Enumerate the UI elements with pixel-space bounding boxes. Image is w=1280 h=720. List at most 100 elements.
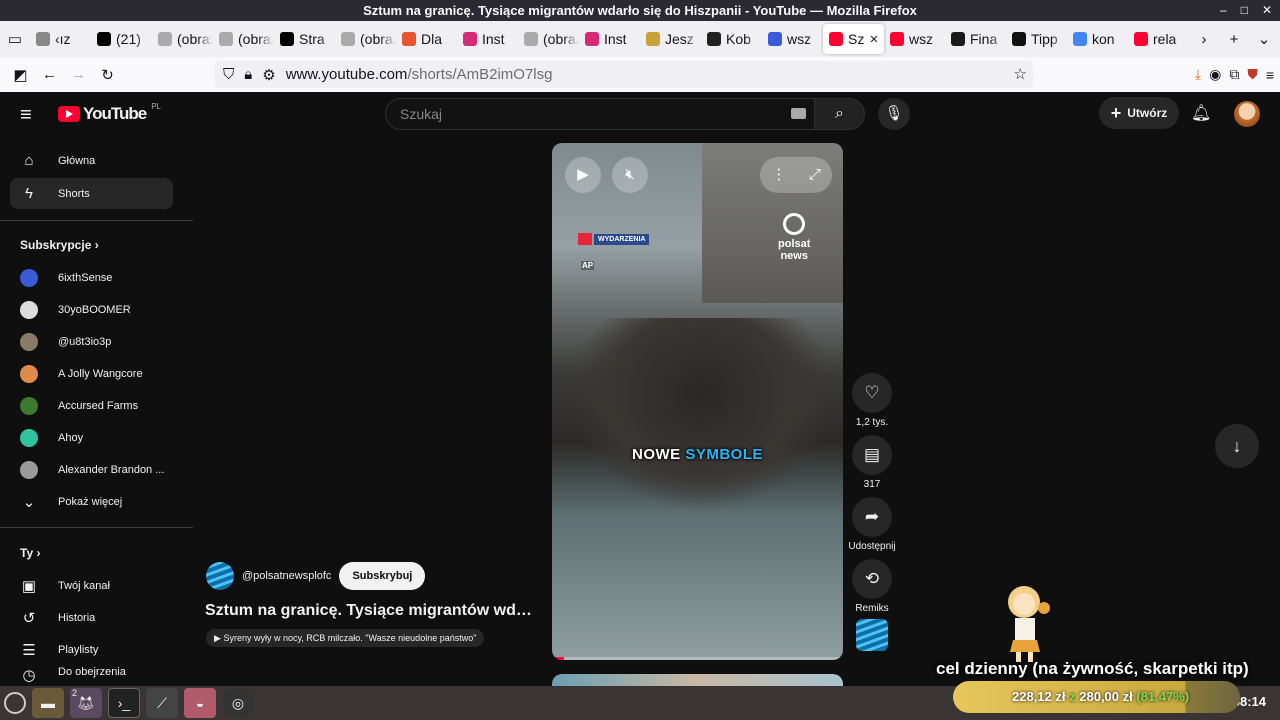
close-tab-icon[interactable]: ✕ (869, 33, 878, 46)
comments-button[interactable]: ▤ 317 (848, 435, 896, 490)
subscribe-button[interactable]: Subskrybuj (339, 562, 426, 590)
tab[interactable]: Inst (457, 24, 518, 54)
account-avatar[interactable] (1234, 101, 1260, 127)
permissions-icon[interactable]: ⚙ (262, 66, 275, 84)
short-title[interactable]: Sztum na granicę. Tysiące migrantów wdar… (205, 602, 535, 620)
tab[interactable]: (obraz (335, 24, 396, 54)
channel-avatar-icon (20, 332, 38, 351)
search-icon: ⌕ (835, 105, 844, 122)
tab-favicon-icon (585, 32, 599, 46)
tab[interactable]: Tipp (1006, 24, 1067, 54)
show-more-button[interactable]: ⌄ Pokaż więcej (10, 486, 173, 517)
channel-avatar[interactable] (206, 562, 234, 590)
url-bar[interactable]: ⛉ 🔒︎ ⚙ www.youtube.com/shorts/AmB2imO7ls… (215, 61, 1033, 88)
window-title: Sztum na granicę. Tysiące migrantów wdar… (363, 3, 917, 18)
tab[interactable]: Inst (579, 24, 640, 54)
tab-scroll-right-icon[interactable]: › (1189, 31, 1219, 48)
fullscreen-icon[interactable]: ⤢ (809, 157, 821, 193)
remix-button[interactable]: ⟲ Remiks (848, 559, 896, 614)
mute-button[interactable]: 🔇︎ (612, 157, 648, 193)
tab[interactable]: (obraz (518, 24, 579, 54)
sidebar-subscription-item[interactable]: Ahoy (10, 422, 173, 453)
tab[interactable]: Sz ✕ (823, 24, 884, 54)
forward-icon[interactable]: → (64, 66, 93, 83)
sidebar-item-watch-later[interactable]: ◷ Do obejrzenia (10, 666, 173, 686)
tab[interactable]: ‹ız (30, 24, 91, 54)
tab[interactable]: wsz (884, 24, 945, 54)
sidebar-subscription-item[interactable]: 30yoBOOMER (10, 294, 173, 325)
share-button[interactable]: ➦ Udostępnij (848, 497, 896, 552)
sidebar-item-history[interactable]: ↺ Historia (10, 602, 173, 633)
channel-avatar-button[interactable] (856, 619, 888, 651)
tab[interactable]: Dla (396, 24, 457, 54)
next-short-button[interactable]: ↓ (1215, 424, 1259, 468)
lock-icon[interactable]: 🔒︎ (244, 66, 252, 83)
shield-icon[interactable]: ⛉ (223, 66, 234, 83)
subscriptions-header[interactable]: Subskrypcje › (20, 238, 99, 252)
channel-name[interactable]: @polsatnewsplofc (242, 570, 331, 582)
sidebar-subscription-item[interactable]: Alexander Brandon ... (10, 454, 173, 485)
like-button[interactable]: ♡ 1,2 tys. (848, 373, 896, 428)
sidebar-item-home[interactable]: ⌂ Główna (10, 145, 173, 176)
search-input[interactable]: Szukaj (385, 98, 815, 130)
notifications-bell-icon[interactable]: 🔔︎ (1191, 103, 1211, 123)
sidebar-item-playlists[interactable]: ☰ Playlisty (10, 634, 173, 665)
obs-app-icon[interactable]: ◎ (222, 688, 254, 718)
terminal-app-icon[interactable]: ›_ (108, 688, 140, 718)
account-icon[interactable]: ◉ (1209, 66, 1221, 83)
back-icon[interactable]: ← (35, 66, 64, 83)
tab-favicon-icon (768, 32, 782, 46)
tab[interactable]: Kob (701, 24, 762, 54)
tab[interactable]: kon (1067, 24, 1128, 54)
maximize-icon[interactable]: □ (1241, 0, 1248, 21)
tab[interactable]: Stra (274, 24, 335, 54)
window-title-bar: Sztum na granicę. Tysiące migrantów wdar… (0, 0, 1280, 21)
extensions-icon[interactable]: ⧉ (1229, 66, 1239, 83)
shorts-icon: ϟ (25, 185, 33, 202)
more-options-icon[interactable]: ⋮ (771, 157, 786, 193)
sidebar-toggle-icon[interactable]: ◩ (6, 66, 35, 84)
hamburger-menu-icon[interactable]: ≡ (20, 104, 32, 127)
new-tab-icon[interactable]: + (1219, 31, 1249, 48)
sidebar-item-shorts[interactable]: ϟ Shorts (10, 178, 173, 209)
downloads-icon[interactable]: ⤓ (1195, 66, 1201, 83)
tab[interactable]: Jesz (640, 24, 701, 54)
start-menu-icon[interactable] (4, 692, 26, 714)
firefox-app-icon[interactable]: 2 🦊︎ (70, 688, 102, 718)
player-options[interactable]: ⋮ ⤢ (760, 157, 832, 193)
search-button[interactable]: ⌕ (815, 98, 865, 130)
reload-icon[interactable]: ↻ (93, 66, 122, 84)
video-progress-bar[interactable] (552, 657, 843, 660)
tab-list-chevron-icon[interactable]: ⌄ (1249, 30, 1279, 48)
tab-overview-icon[interactable]: ▭ (0, 30, 30, 48)
app-icon[interactable]: ◒ (184, 688, 216, 718)
bookmark-star-icon[interactable]: ☆ (1014, 65, 1027, 83)
ublock-icon[interactable]: ⛊ (1247, 66, 1258, 83)
sidebar-subscription-item[interactable]: Accursed Farms (10, 390, 173, 421)
donation-goal-title: cel dzienny (na żywność, skarpetki itp) (936, 659, 1249, 678)
steam-app-icon[interactable]: ⟋ (146, 688, 178, 718)
tab[interactable]: wsz (762, 24, 823, 54)
short-video-player[interactable]: ▶ 🔇︎ ⋮ ⤢ WYDARZENIA AP polsat news NOWE SY… (552, 143, 843, 660)
tab[interactable]: rela (1128, 24, 1189, 54)
you-header[interactable]: Ty › (20, 546, 40, 560)
sidebar-subscription-item[interactable]: A Jolly Wangcore (10, 358, 173, 389)
menu-icon[interactable]: ≡ (1266, 67, 1274, 83)
youtube-logo[interactable]: YouTube PL (58, 102, 161, 124)
sidebar-subscription-item[interactable]: 6ixthSense (10, 262, 173, 293)
related-video-chip[interactable]: ▶ Syreny wyły w nocy, RCB milczało. "Was… (206, 629, 485, 647)
keyboard-icon[interactable] (791, 108, 806, 119)
create-button[interactable]: + Utwórz (1099, 97, 1179, 129)
chip-label: Syreny wyły w nocy, RCB milczało. "Wasze… (223, 633, 477, 643)
sidebar-subscription-item[interactable]: @u8t3io3p (10, 326, 173, 357)
tab[interactable]: (obraz (213, 24, 274, 54)
sidebar-item-your-channel[interactable]: ▣ Twój kanał (10, 570, 173, 601)
files-app-icon[interactable]: ▬ (32, 688, 64, 718)
tab[interactable]: Fina (945, 24, 1006, 54)
minimize-icon[interactable]: – (1220, 0, 1227, 21)
play-button[interactable]: ▶ (565, 157, 601, 193)
close-window-icon[interactable]: ✕ (1262, 0, 1272, 21)
tab[interactable]: (21) (91, 24, 152, 54)
tab[interactable]: (obraz (152, 24, 213, 54)
voice-search-button[interactable]: 🎙︎ (878, 98, 910, 130)
